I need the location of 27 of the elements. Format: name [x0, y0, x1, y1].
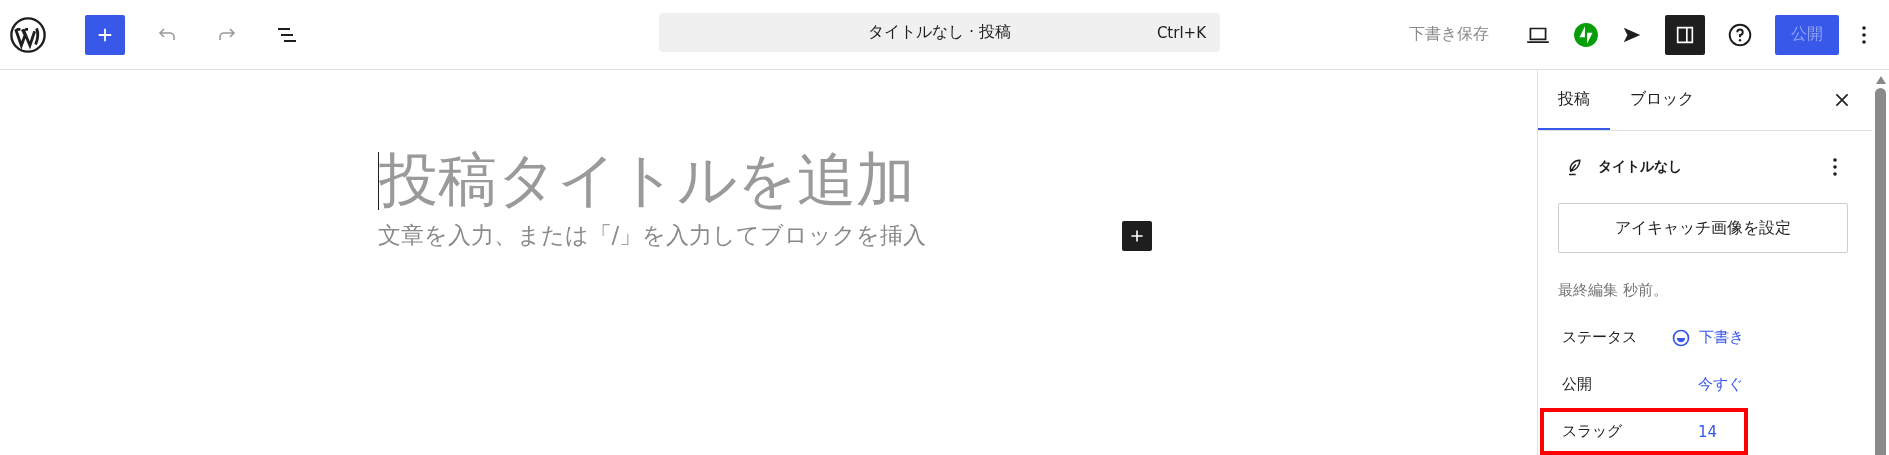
help-icon[interactable]	[1727, 21, 1753, 48]
add-block-button[interactable]	[85, 14, 125, 55]
sidebar-tab[interactable]: ブロック	[1610, 70, 1714, 130]
row-label: スラッグ	[1562, 422, 1623, 441]
lightning-icon[interactable]	[1573, 21, 1599, 48]
row-label: 公開	[1562, 375, 1593, 394]
paragraph-placeholder[interactable]: 文章を入力、または「/」を入力してブロックを挿入	[377, 220, 927, 251]
close-icon[interactable]	[1834, 92, 1850, 108]
block-inserter-button[interactable]	[1121, 220, 1152, 251]
post-title: タイトルなし	[1598, 158, 1682, 176]
last-edited-text: 最終編集 秒前。	[1558, 281, 1669, 300]
sidebar-toggle-button[interactable]	[1665, 14, 1705, 55]
row-value-link[interactable]: 今すぐ	[1698, 375, 1743, 394]
logo-icon[interactable]	[9, 15, 47, 54]
plus-icon	[1128, 227, 1145, 244]
row-label: ステータス	[1562, 328, 1638, 347]
more-options-icon[interactable]	[1832, 155, 1838, 179]
sidebar-tab[interactable]: 投稿	[1538, 70, 1610, 130]
text-cursor	[377, 152, 379, 210]
scroll-up-icon[interactable]	[1875, 76, 1886, 84]
scrollbar-thumb[interactable]	[1875, 88, 1886, 455]
status-dropdown[interactable]: 下書き	[1671, 327, 1744, 348]
save-draft-button[interactable]: 下書き保存	[1403, 23, 1495, 46]
featured-image-button[interactable]: アイキャッチ画像を設定	[1558, 203, 1848, 253]
command-bar[interactable]: タイトルなし · 投稿 Ctrl+K	[659, 13, 1220, 52]
row-value-link[interactable]: 14	[1698, 422, 1718, 441]
draft-status-icon	[1671, 327, 1691, 348]
